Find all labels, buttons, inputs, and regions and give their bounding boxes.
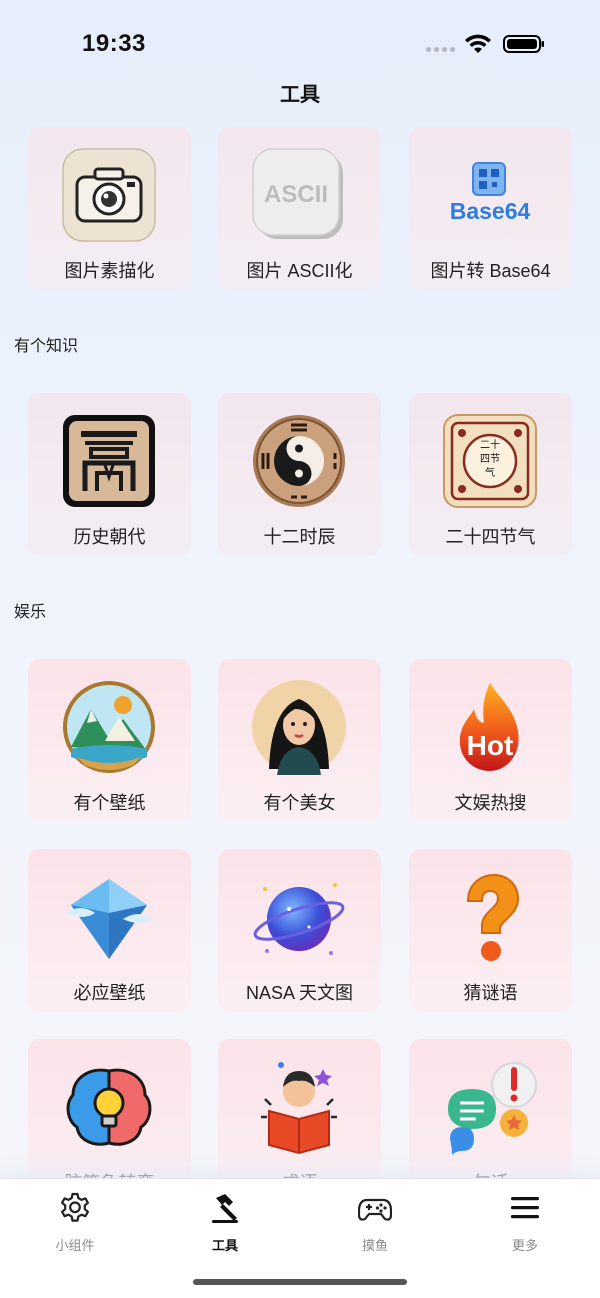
base64-icon: Base64 — [450, 162, 531, 224]
tab-slacking[interactable]: 摸鱼 — [325, 1191, 425, 1261]
svg-text:Base64: Base64 — [450, 198, 531, 224]
gear-icon — [61, 1192, 89, 1222]
hammer-icon — [212, 1194, 238, 1223]
hot-flame-icon: Hot — [459, 683, 519, 771]
svg-text:二十: 二十 — [480, 438, 500, 451]
fun-card-bing-wallpaper[interactable]: 必应壁纸 — [28, 849, 191, 1012]
section-title-knowledge: 有个知识 — [14, 338, 79, 355]
fun-card-nasa[interactable]: NASA 天文图 — [218, 849, 381, 1012]
tab-label: 摸鱼 — [361, 1238, 388, 1253]
camera-sketch-icon — [62, 148, 156, 242]
fun-label: 必应壁纸 — [73, 983, 146, 1003]
bing-diamond-icon — [65, 879, 153, 959]
svg-text:四节: 四节 — [480, 453, 500, 465]
svg-text:气: 气 — [485, 466, 495, 479]
wifi-icon — [465, 34, 491, 53]
fun-label: 猜谜语 — [463, 983, 518, 1003]
knowledge-card-shichen[interactable]: 十二时辰 — [218, 393, 381, 556]
fun-label: NASA 天文图 — [245, 983, 354, 1003]
fun-label: 文娱热搜 — [454, 793, 527, 813]
fun-card-portrait[interactable]: 有个美女 — [218, 659, 381, 822]
knowledge-label: 十二时辰 — [263, 527, 336, 547]
status-time: 19:33 — [82, 30, 146, 57]
knowledge-card-solar-terms[interactable]: 二十 四节 气 二十四节气 — [409, 393, 572, 556]
brain-bulb-icon — [66, 1068, 152, 1146]
gamepad-icon — [358, 1198, 392, 1221]
yin-yang-icon — [253, 415, 345, 507]
tool-label: 图片 ASCII化 — [246, 261, 353, 281]
tool-label: 图片素描化 — [64, 261, 155, 281]
section-title-entertainment: 娱乐 — [14, 604, 47, 621]
tab-widgets[interactable]: 小组件 — [25, 1191, 125, 1261]
svg-text:Hot: Hot — [467, 730, 514, 761]
menu-icon — [511, 1197, 539, 1219]
planet-icon — [253, 883, 345, 955]
tab-more[interactable]: 更多 — [475, 1191, 575, 1261]
tab-label: 工具 — [211, 1238, 238, 1253]
landscape-icon — [63, 681, 155, 773]
fun-label: 有个壁纸 — [73, 793, 146, 813]
page-title: 工具 — [280, 84, 320, 106]
tool-label: 图片转 Base64 — [430, 261, 551, 281]
tab-tools[interactable]: 工具 — [175, 1191, 275, 1261]
knowledge-card-dynasty[interactable]: 历史朝代 — [28, 393, 191, 556]
fun-card-riddles[interactable]: 猜谜语 — [409, 849, 572, 1012]
svg-text:ASCII: ASCII — [264, 181, 328, 208]
tool-card-base64[interactable]: Base64 图片转 Base64 — [409, 127, 572, 290]
battery-icon — [503, 35, 544, 53]
question-mark-icon — [466, 873, 520, 961]
tool-card-sketch[interactable]: 图片素描化 — [28, 127, 191, 290]
knowledge-label: 历史朝代 — [73, 527, 146, 547]
portrait-icon — [252, 680, 346, 775]
fun-card-hot-search[interactable]: Hot 文娱热搜 — [409, 659, 572, 822]
ascii-icon: ASCII — [252, 148, 343, 239]
tab-label: 小组件 — [55, 1238, 95, 1253]
cellular-signal-icon — [426, 47, 455, 52]
status-bar: 19:33 — [0, 0, 600, 80]
tab-label: 更多 — [511, 1238, 538, 1253]
tool-card-ascii[interactable]: ASCII 图片 ASCII化 — [218, 127, 381, 290]
knowledge-label: 二十四节气 — [445, 527, 536, 547]
dynasty-icon — [63, 415, 155, 507]
chat-bubbles-icon — [448, 1062, 537, 1155]
reading-boy-icon — [261, 1062, 337, 1155]
home-indicator[interactable] — [193, 1279, 407, 1285]
fun-card-wallpaper[interactable]: 有个壁纸 — [28, 659, 191, 822]
fun-label: 有个美女 — [263, 793, 336, 813]
solar-terms-icon: 二十 四节 气 — [443, 414, 537, 508]
